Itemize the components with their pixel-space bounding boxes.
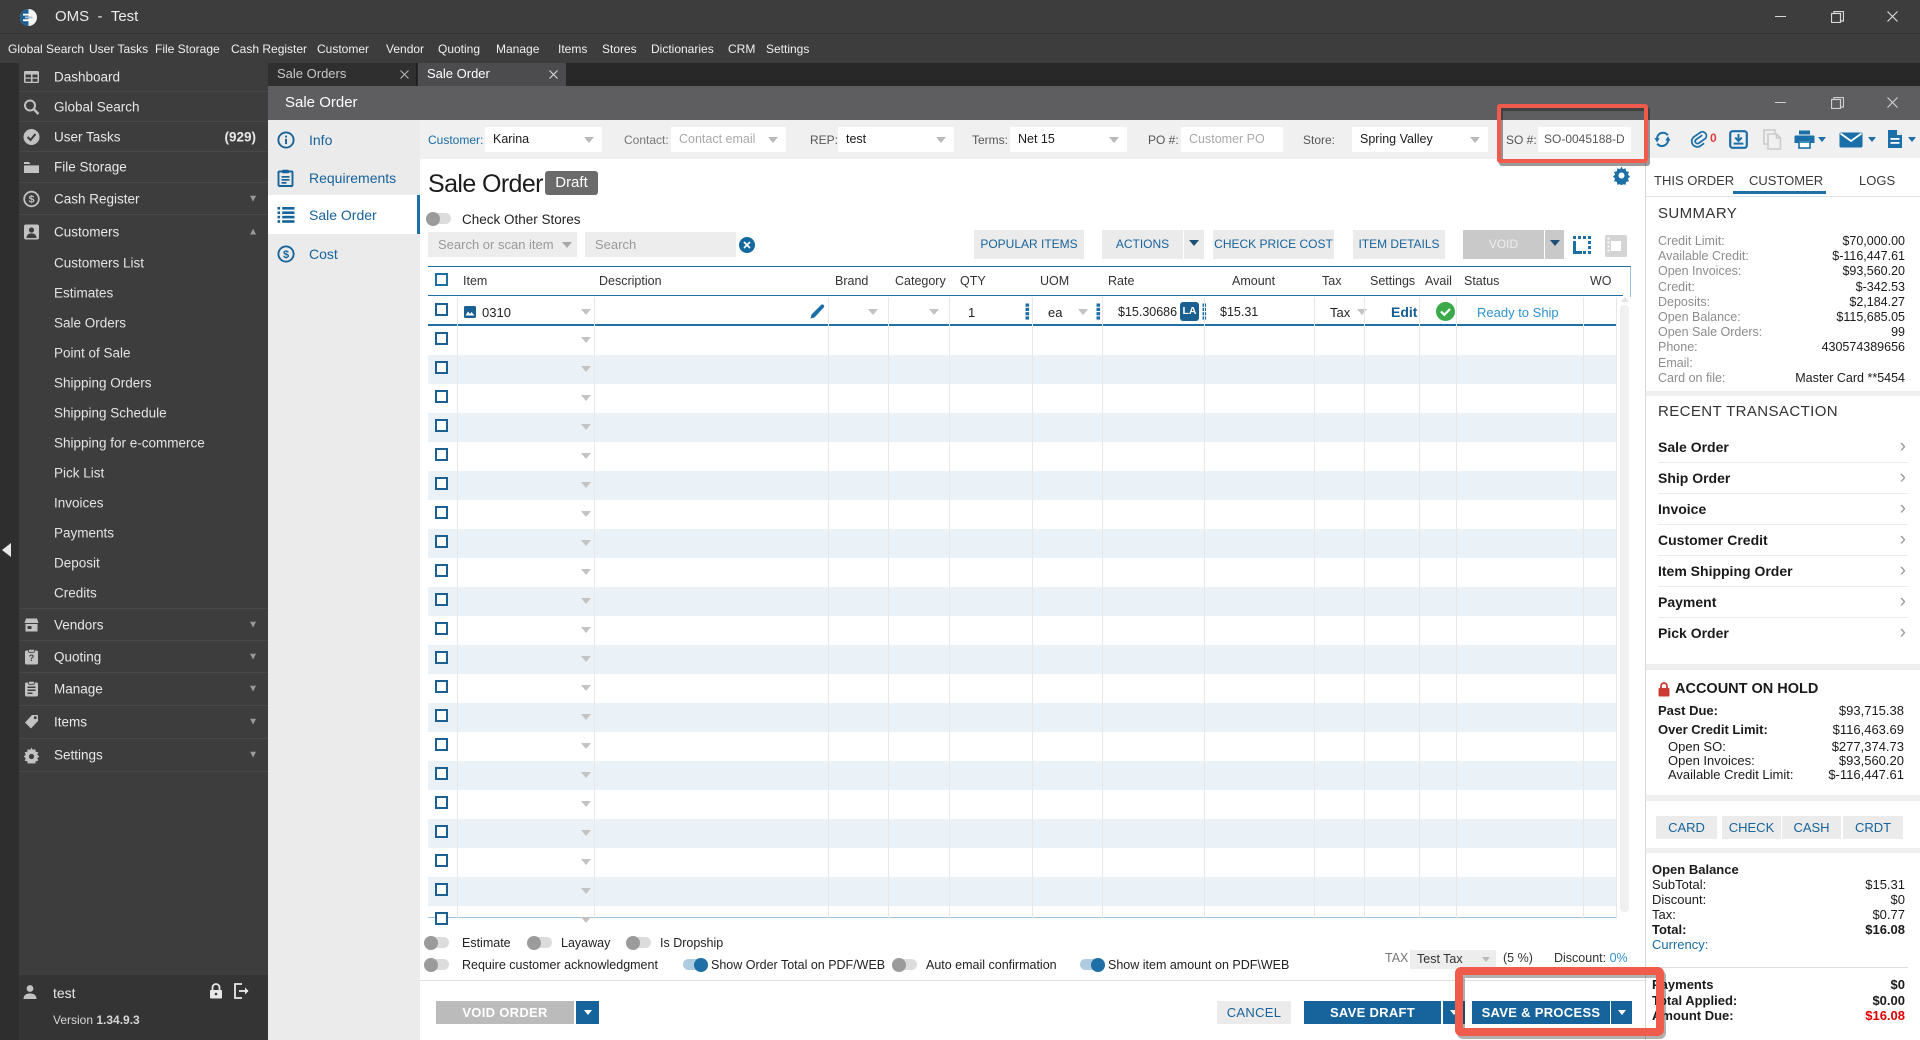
svg-text:?: ? <box>29 653 35 663</box>
svg-text:$: $ <box>29 193 35 205</box>
svg-text:$: $ <box>283 249 289 261</box>
